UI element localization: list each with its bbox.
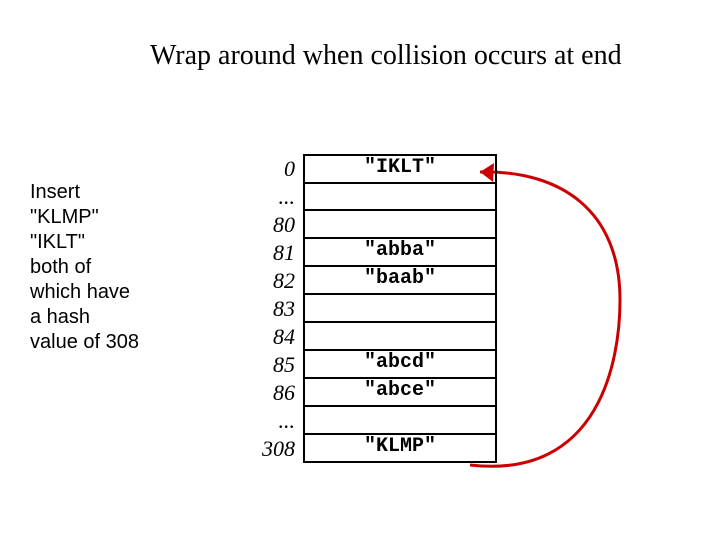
row-value: "abba" (303, 239, 497, 267)
row-value: "abce" (303, 379, 497, 407)
table-row: ... (240, 183, 497, 211)
hash-table: 0 "IKLT" ... 80 81 "abba" 82 "baab" 83 8… (240, 155, 497, 463)
desc-line: both of (30, 255, 139, 280)
row-index: ... (240, 408, 303, 434)
row-value (303, 323, 497, 351)
row-value: "KLMP" (303, 435, 497, 463)
row-value: "baab" (303, 267, 497, 295)
row-index: 81 (240, 240, 303, 266)
row-index: 308 (240, 436, 303, 462)
table-row: ... (240, 407, 497, 435)
desc-line: Insert (30, 180, 139, 205)
row-index: 86 (240, 380, 303, 406)
row-value (303, 295, 497, 323)
row-value (303, 407, 497, 435)
insert-description: Insert "KLMP" "IKLT" both of which have … (30, 180, 139, 355)
row-index: 83 (240, 296, 303, 322)
row-index: 84 (240, 324, 303, 350)
row-index: ... (240, 184, 303, 210)
row-value: "IKLT" (303, 154, 497, 184)
row-index: 80 (240, 212, 303, 238)
row-value (303, 211, 497, 239)
desc-line: which have (30, 280, 139, 305)
row-index: 0 (240, 156, 303, 182)
table-row: 84 (240, 323, 497, 351)
row-value (303, 183, 497, 211)
table-row: 308 "KLMP" (240, 435, 497, 463)
table-row: 82 "baab" (240, 267, 497, 295)
row-index: 85 (240, 352, 303, 378)
page-title: Wrap around when collision occurs at end (150, 40, 622, 72)
table-row: 80 (240, 211, 497, 239)
table-row: 86 "abce" (240, 379, 497, 407)
table-row: 0 "IKLT" (240, 155, 497, 183)
desc-line: "IKLT" (30, 230, 139, 255)
table-row: 81 "abba" (240, 239, 497, 267)
row-index: 82 (240, 268, 303, 294)
table-row: 83 (240, 295, 497, 323)
desc-line: value of 308 (30, 330, 139, 355)
row-value: "abcd" (303, 351, 497, 379)
desc-line: a hash (30, 305, 139, 330)
table-row: 85 "abcd" (240, 351, 497, 379)
desc-line: "KLMP" (30, 205, 139, 230)
